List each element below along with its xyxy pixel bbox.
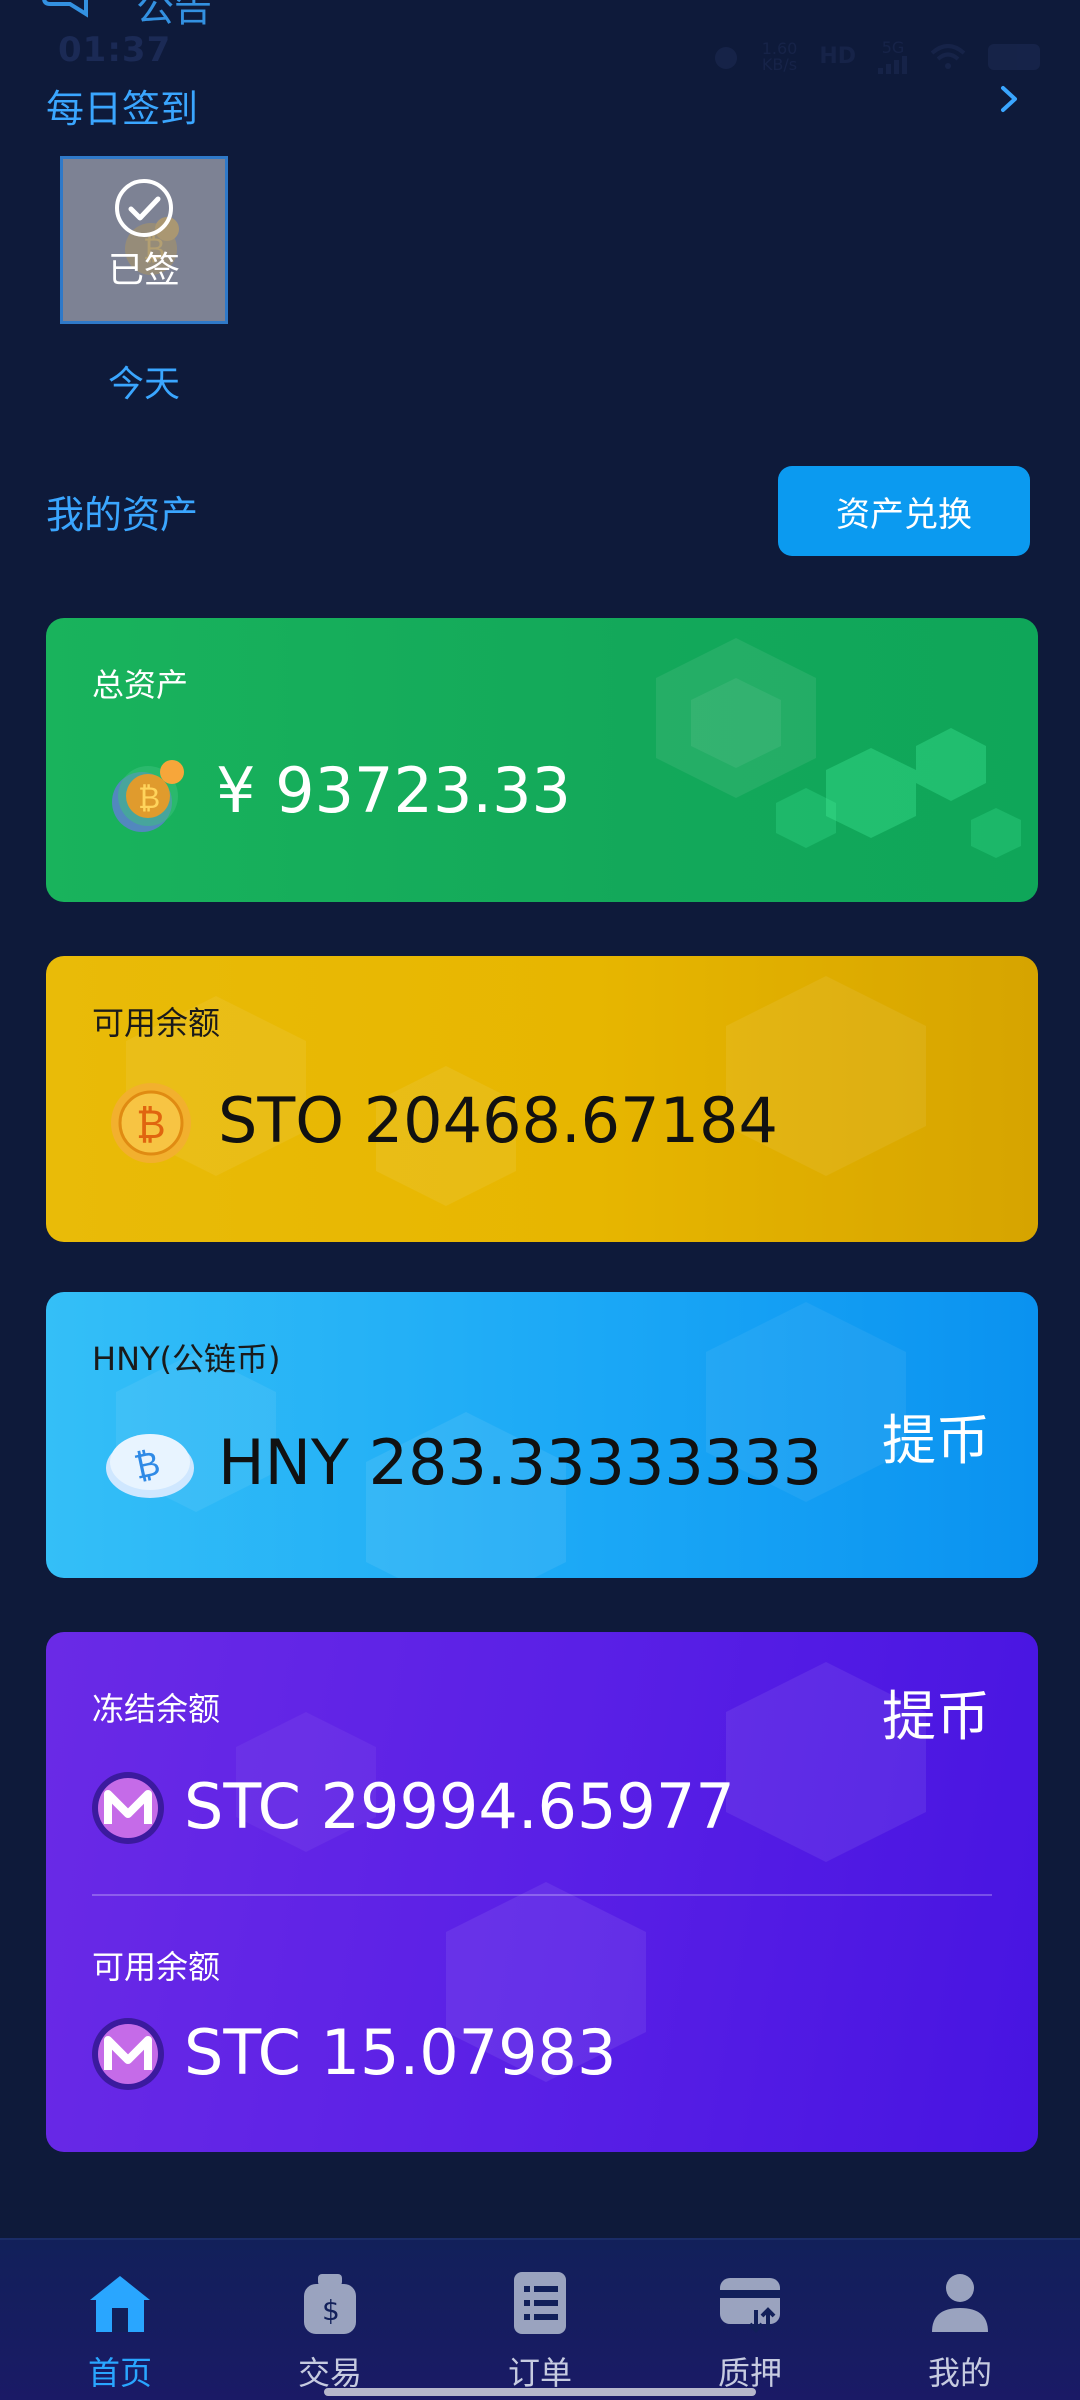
sto-available-amount: STO 20468.67184	[218, 1084, 778, 1157]
stc-token-icon	[92, 1772, 164, 1844]
signal-icon	[878, 56, 907, 74]
hd-badge: HD	[819, 44, 856, 69]
sto-balance-card[interactable]: 可用余额 ₿ STO 20468.67184	[46, 956, 1038, 1242]
bitcoin-blue-coin-icon: ₿	[106, 1434, 194, 1498]
nav-item-profile[interactable]: 我的	[852, 2240, 1068, 2400]
stc-token-icon	[92, 2018, 164, 2090]
stc-available-label: 可用余额	[92, 1948, 221, 1986]
alarm-icon	[714, 47, 737, 69]
home-indicator[interactable]	[324, 2388, 756, 2396]
checkin-day-label: 今天	[107, 364, 180, 405]
hny-label: HNY(公链币)	[92, 1340, 281, 1378]
bitcoin-coin-icon: ₿	[112, 760, 184, 832]
notice-row[interactable]: 公告	[40, 0, 212, 30]
home-icon	[90, 2276, 150, 2332]
assets-title: 我的资产	[46, 493, 199, 537]
stc-frozen-label: 冻结余额	[92, 1690, 221, 1728]
daily-checkin-title: 每日签到	[46, 87, 199, 131]
hny-withdraw-link[interactable]: 提币	[882, 1396, 990, 1475]
svg-text:$: $	[322, 2294, 340, 2327]
chevron-right-icon[interactable]	[994, 84, 1024, 114]
svg-text:₿: ₿	[138, 781, 160, 816]
page: 公告 01:37 1.60 KB/s HD 5G 每日签到 ₿ 已签 今天 我的…	[0, 0, 1080, 2400]
battery-icon	[988, 44, 1040, 70]
total-assets-label: 总资产	[92, 666, 189, 704]
svg-text:₿: ₿	[136, 1102, 166, 1148]
nav-item-pledge[interactable]: 质押	[642, 2240, 858, 2400]
order-list-icon	[514, 2272, 566, 2334]
bottom-nav: 首页 $ 交易 订单 质押 我的	[0, 2238, 1080, 2400]
megaphone-icon	[42, 0, 88, 18]
hny-balance-card[interactable]: HNY(公链币) ₿ HNY 283.33333333 提币	[46, 1292, 1038, 1578]
profile-icon	[932, 2274, 988, 2332]
notice-label: 公告	[136, 0, 213, 30]
checkin-day-card[interactable]: ₿ 已签	[60, 156, 228, 324]
card-divider	[92, 1894, 992, 1896]
checkin-status: 已签	[107, 250, 180, 291]
stc-balance-card[interactable]: 提币 冻结余额 STC 29994.65977 可用余额 STC 15.0798…	[46, 1632, 1038, 2152]
nav-label-profile: 我的	[927, 2354, 992, 2392]
sto-available-label: 可用余额	[92, 1004, 221, 1042]
total-assets-card[interactable]: 总资产 ₿ ¥ 93723.33	[46, 618, 1038, 902]
nav-item-home[interactable]: 首页	[12, 2240, 228, 2400]
wifi-icon	[930, 44, 966, 69]
asset-exchange-button[interactable]: 资产兑换	[778, 466, 1030, 556]
bitcoin-gold-coin-icon: ₿	[111, 1083, 191, 1163]
nav-label-home: 首页	[87, 2354, 152, 2392]
nav-item-trade[interactable]: $ 交易	[222, 2240, 438, 2400]
net-speed-unit: KB/s	[761, 55, 798, 74]
status-icons: 1.60 KB/s HD 5G	[712, 40, 1040, 74]
stc-available-amount: STC 15.07983	[184, 2016, 617, 2089]
nav-item-orders[interactable]: 订单	[432, 2240, 648, 2400]
clock: 01:37	[58, 30, 172, 70]
signal-generation: 5G	[881, 38, 905, 57]
stc-withdraw-link[interactable]: 提币	[882, 1672, 990, 1751]
pledge-card-icon	[720, 2278, 780, 2333]
check-circle-icon	[115, 179, 173, 237]
cellular-signal: 5G	[878, 40, 908, 74]
stc-frozen-amount: STC 29994.65977	[184, 1770, 735, 1843]
net-speed: 1.60 KB/s	[762, 41, 798, 73]
money-bag-icon: $	[304, 2274, 356, 2334]
total-assets-amount: ¥ 93723.33	[216, 754, 571, 827]
hny-amount: HNY 283.33333333	[218, 1426, 823, 1499]
